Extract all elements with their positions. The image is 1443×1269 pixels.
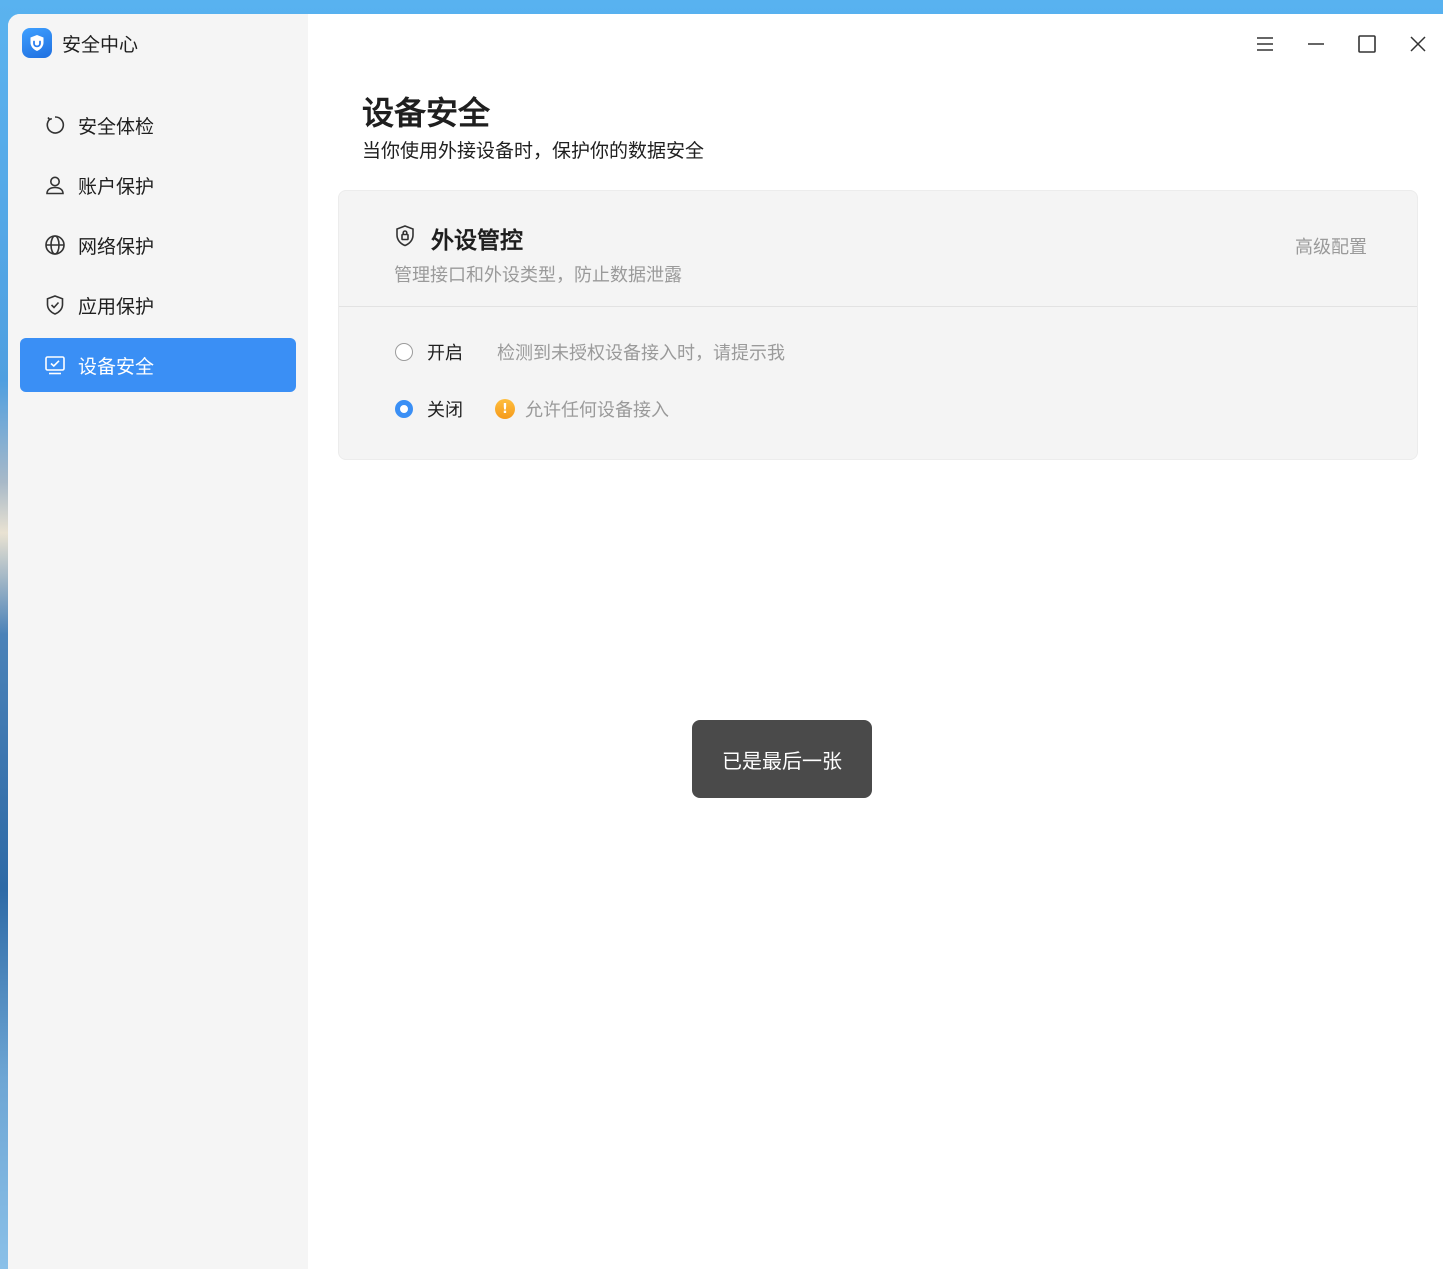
sidebar-item-network-protection[interactable]: 网络保护: [20, 218, 296, 272]
card-header: 外设管控 管理接口和外设类型，防止数据泄露 高级配置: [339, 191, 1417, 307]
sidebar-item-security-checkup[interactable]: 安全体检: [20, 98, 296, 152]
sidebar-item-device-security[interactable]: 设备安全: [20, 338, 296, 392]
option-disable[interactable]: 关闭 ! 允许任何设备接入: [395, 396, 669, 422]
sidebar-item-label: 安全体检: [78, 115, 155, 138]
warning-icon: !: [495, 399, 515, 419]
monitor-check-icon: [44, 354, 66, 376]
app-title: 安全中心: [62, 33, 139, 56]
sidebar-nav: 安全体检 账户保护 网络保护 应用保护 设备安全: [20, 98, 296, 398]
main-content: 设备安全 当你使用外接设备时，保护你的数据安全 外设管控 管理接口和外设类型，防…: [308, 14, 1443, 1269]
option-enable[interactable]: 开启 检测到未授权设备接入时，请提示我: [395, 339, 785, 365]
page-title: 设备安全: [362, 94, 491, 132]
peripheral-control-card: 外设管控 管理接口和外设类型，防止数据泄露 高级配置 开启 检测到未授权设备接入…: [338, 190, 1418, 460]
option-label: 开启: [427, 343, 463, 364]
sidebar-item-label: 设备安全: [78, 355, 155, 378]
app-header: 安全中心: [22, 28, 138, 58]
card-title: 外设管控: [431, 228, 523, 254]
sidebar-item-account-protection[interactable]: 账户保护: [20, 158, 296, 212]
app-logo-icon: [22, 28, 52, 58]
globe-icon: [44, 234, 66, 256]
refresh-circle-icon: [44, 114, 66, 136]
radio-disable[interactable]: [395, 400, 413, 418]
toast-message: 已是最后一张: [692, 720, 872, 798]
sidebar-item-label: 网络保护: [78, 235, 155, 258]
sidebar-item-app-protection[interactable]: 应用保护: [20, 278, 296, 332]
option-description: 允许任何设备接入: [525, 400, 669, 421]
sidebar: 安全中心 安全体检 账户保护 网络保护 应用保护 设备安全: [8, 14, 308, 1269]
page-subtitle: 当你使用外接设备时，保护你的数据安全: [362, 140, 705, 162]
advanced-config-link[interactable]: 高级配置: [1295, 233, 1367, 259]
sidebar-item-label: 账户保护: [78, 175, 155, 198]
user-icon: [44, 174, 66, 196]
card-description: 管理接口和外设类型，防止数据泄露: [394, 265, 682, 286]
shield-lock-icon: [393, 224, 417, 252]
option-description: 检测到未授权设备接入时，请提示我: [497, 343, 785, 364]
option-label: 关闭: [427, 400, 463, 421]
card-title-row: 外设管控: [393, 221, 523, 255]
security-center-window: 安全中心 安全体检 账户保护 网络保护 应用保护 设备安全 设备安全 当你使用外…: [8, 14, 1443, 1269]
shield-check-icon: [44, 294, 66, 316]
radio-enable[interactable]: [395, 343, 413, 361]
sidebar-item-label: 应用保护: [78, 295, 155, 318]
